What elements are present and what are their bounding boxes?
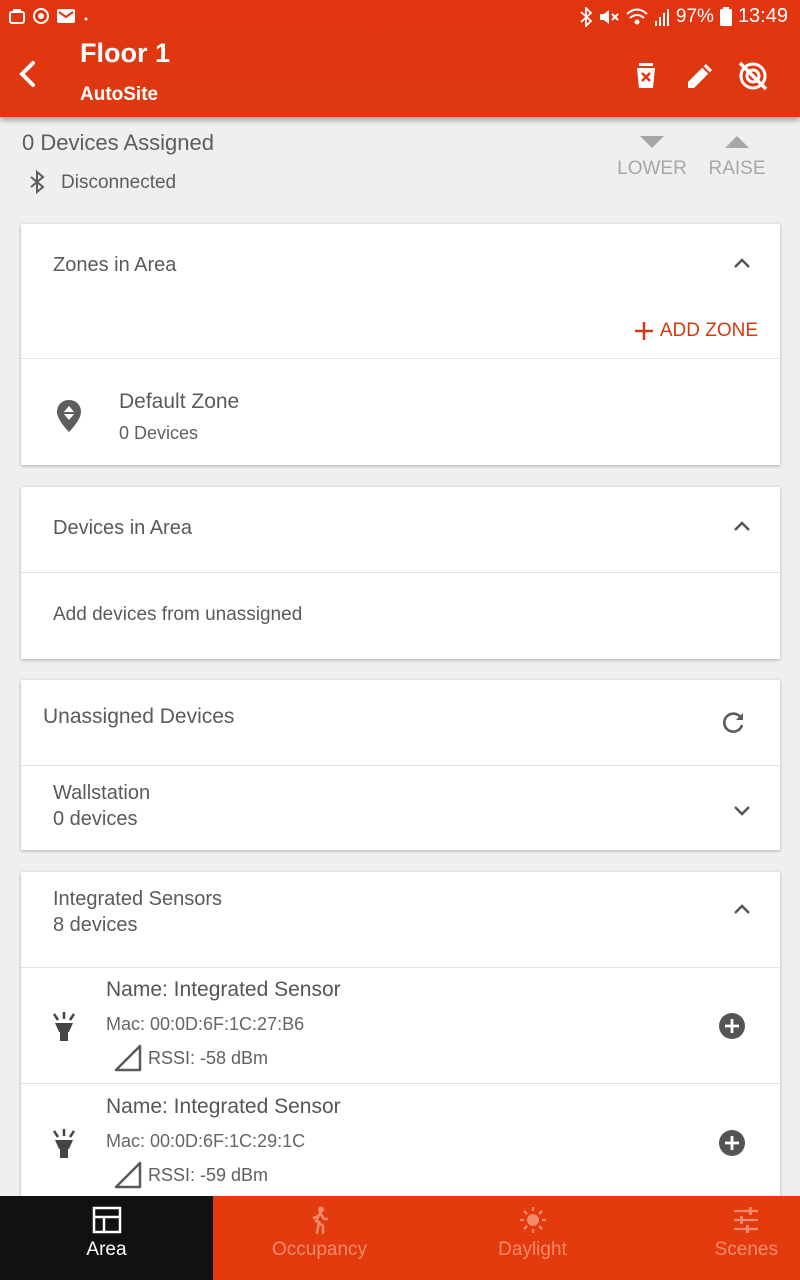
nav-scenes-label: Scenes xyxy=(714,1239,778,1260)
nav-area[interactable]: Area xyxy=(0,1196,213,1280)
nav-daylight[interactable]: Daylight xyxy=(426,1196,639,1280)
nav-occupancy-label: Occupancy xyxy=(271,1239,368,1260)
group-count: 8 devices xyxy=(53,914,138,936)
location-pin-icon xyxy=(57,400,81,432)
device-row[interactable]: Name: Integrated Sensor Mac: 00:0D:6F:1C… xyxy=(21,968,780,1084)
zones-title: Zones in Area xyxy=(53,254,177,276)
device-name: Name: Integrated Sensor xyxy=(106,978,341,1001)
signal-status-icon xyxy=(654,8,669,26)
group-count: 0 devices xyxy=(53,808,138,830)
chevron-up-icon[interactable] xyxy=(730,515,754,539)
nav-scenes[interactable]: Scenes xyxy=(639,1196,800,1280)
lower-label: LOWER xyxy=(617,158,687,179)
page-title: Floor 1 xyxy=(80,38,171,68)
sensor-light-icon xyxy=(52,1012,76,1041)
wifi-status-icon xyxy=(626,8,648,24)
device-rssi: RSSI: -58 dBm xyxy=(148,1048,269,1068)
add-device-icon[interactable] xyxy=(718,1012,746,1040)
nav-daylight-label: Daylight xyxy=(498,1239,567,1260)
signal-strength-icon xyxy=(114,1161,142,1189)
divider xyxy=(21,572,780,573)
device-mac: Mac: 00:0D:6F:1C:29:1C xyxy=(106,1131,306,1151)
status-icons: 97% 13:49 xyxy=(580,5,788,28)
add-zone-button[interactable]: ADD ZONE xyxy=(634,320,758,342)
zone-row[interactable]: Default Zone 0 Devices xyxy=(21,359,780,465)
status-bar: 97% 13:49 xyxy=(0,0,800,34)
sensor-light-icon xyxy=(52,1129,76,1158)
notification-icons xyxy=(8,7,90,25)
chevron-down-icon[interactable] xyxy=(730,798,754,822)
devices-hint: Add devices from unassigned xyxy=(53,604,303,625)
integrated-sensors-group[interactable]: Integrated Sensors 8 devices xyxy=(21,872,780,967)
page-subtitle: AutoSite xyxy=(80,84,159,105)
devices-assigned-count: 0 Devices Assigned xyxy=(22,130,214,155)
devices-in-area-card: Devices in Area Add devices from unassig… xyxy=(21,487,780,659)
refresh-icon[interactable] xyxy=(720,710,746,736)
area-icon xyxy=(92,1206,121,1234)
connection-status: Disconnected xyxy=(61,172,177,193)
chevron-up-icon[interactable] xyxy=(730,252,754,276)
dot-notification-icon xyxy=(84,17,88,21)
add-device-icon[interactable] xyxy=(718,1129,746,1157)
triangle-down-icon xyxy=(640,136,664,148)
nav-area-label: Area xyxy=(86,1239,127,1260)
battery-percent: 97% xyxy=(675,5,714,27)
lower-button[interactable]: LOWER xyxy=(614,134,690,180)
signal-strength-icon xyxy=(114,1044,142,1072)
edit-icon[interactable] xyxy=(682,58,718,94)
zone-name: Default Zone xyxy=(119,390,240,413)
triangle-up-icon xyxy=(725,136,749,148)
unassigned-title: Unassigned Devices xyxy=(43,705,235,728)
daylight-icon xyxy=(519,1207,546,1233)
raise-button[interactable]: RAISE xyxy=(706,134,768,180)
occupancy-icon xyxy=(312,1206,328,1234)
mute-status-icon xyxy=(599,9,619,24)
sync-notification-icon xyxy=(33,8,49,24)
bottom-navigation: Area Occupancy Daylight Scenes xyxy=(0,1196,800,1280)
devices-in-area-title: Devices in Area xyxy=(53,517,192,539)
device-row[interactable]: Name: Integrated Sensor Mac: 00:0D:6F:1C… xyxy=(21,1085,780,1201)
bluetooth-icon xyxy=(30,170,45,194)
back-arrow-icon[interactable] xyxy=(10,56,46,92)
chevron-up-icon[interactable] xyxy=(730,898,754,922)
nav-occupancy[interactable]: Occupancy xyxy=(213,1196,426,1280)
device-rssi: RSSI: -59 dBm xyxy=(148,1165,269,1185)
zone-device-count: 0 Devices xyxy=(119,423,199,443)
bag-notification-icon xyxy=(9,9,25,24)
battery-icon xyxy=(719,6,732,26)
zones-card: Zones in Area ADD ZONE Default Zone 0 De… xyxy=(21,224,780,465)
clock: 13:49 xyxy=(737,5,788,27)
wallstation-group[interactable]: Wallstation 0 devices xyxy=(21,766,780,850)
device-name: Name: Integrated Sensor xyxy=(106,1095,341,1118)
bluetooth-status-icon xyxy=(580,6,592,27)
divider xyxy=(21,1083,780,1084)
plus-icon xyxy=(634,322,653,340)
unassigned-devices-card: Unassigned Devices Wallstation 0 devices xyxy=(21,680,780,850)
group-name: Wallstation xyxy=(53,782,151,804)
mail-notification-icon xyxy=(57,9,75,23)
group-name: Integrated Sensors xyxy=(53,888,222,910)
raise-label: RAISE xyxy=(708,158,766,179)
no-signal-icon[interactable] xyxy=(735,58,771,94)
integrated-sensors-card: Integrated Sensors 8 devices Name: Integ… xyxy=(21,872,780,1212)
delete-icon[interactable] xyxy=(628,58,664,94)
scenes-icon xyxy=(734,1207,758,1233)
app-bar: 97% 13:49 Floor 1 AutoSite xyxy=(0,0,800,117)
add-zone-label: ADD ZONE xyxy=(659,320,758,341)
device-mac: Mac: 00:0D:6F:1C:27:B6 xyxy=(106,1014,305,1034)
